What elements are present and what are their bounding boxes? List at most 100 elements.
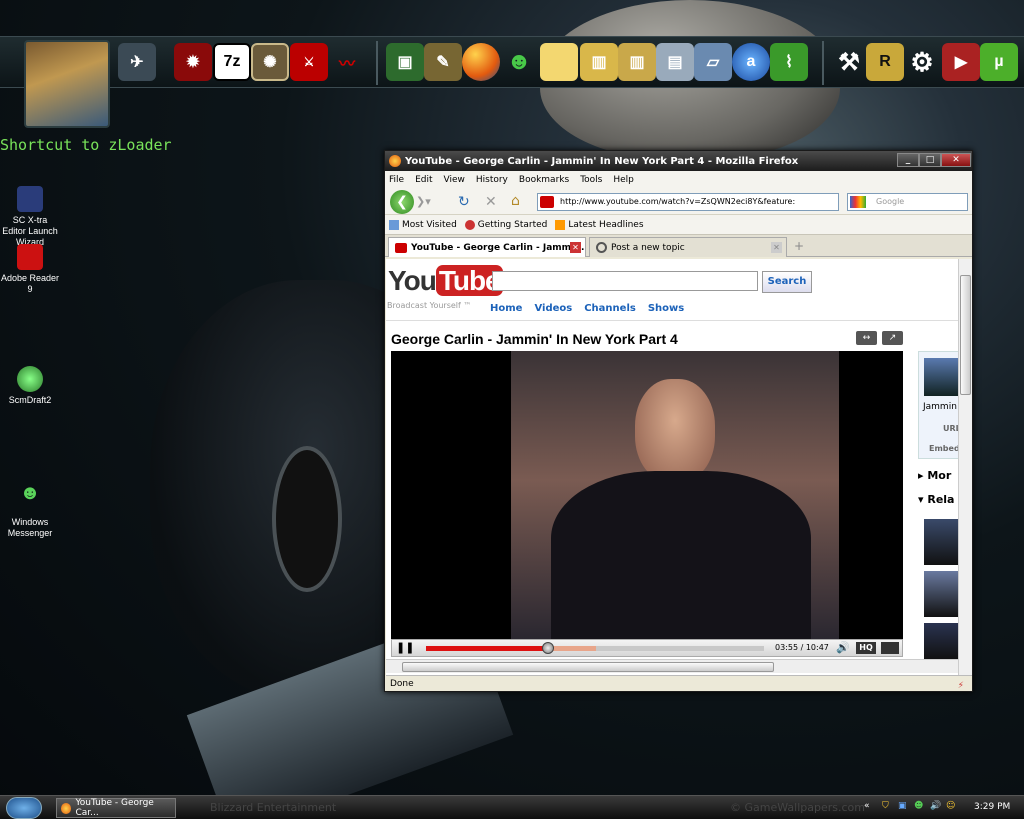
- warcraft-icon[interactable]: ✺: [251, 43, 289, 81]
- maximize-button[interactable]: □: [919, 153, 941, 167]
- 7zip-label: 7z: [223, 53, 241, 70]
- utorrent-icon[interactable]: µ: [980, 43, 1018, 81]
- archive2-icon[interactable]: ▥: [618, 43, 656, 81]
- volume-icon[interactable]: 🔊: [836, 641, 850, 654]
- chart-icon[interactable]: ⌇: [770, 43, 808, 81]
- r-icon[interactable]: R: [866, 43, 904, 81]
- bookmark-getting-started[interactable]: Getting Started: [464, 219, 547, 230]
- bookmarks-toolbar: Most Visited Getting Started Latest Head…: [385, 215, 972, 235]
- menu-edit[interactable]: Edit: [415, 175, 432, 185]
- bookmark-most-visited[interactable]: Most Visited: [389, 219, 457, 230]
- channel-avatar[interactable]: [924, 358, 958, 396]
- close-button[interactable]: ✕: [941, 153, 971, 167]
- page-content: You Tube Broadcast Yourself ™ Search Home…: [386, 259, 958, 675]
- new-tab-button[interactable]: +: [791, 239, 807, 253]
- tray-chevron-icon[interactable]: «: [864, 801, 870, 811]
- vertical-scroll-thumb[interactable]: [960, 275, 971, 395]
- youtube-logo[interactable]: You Tube: [388, 265, 503, 297]
- tray-aim-icon[interactable]: ☺: [946, 801, 955, 811]
- document-icon[interactable]: ▤: [656, 43, 694, 81]
- home-icon[interactable]: ⌂: [511, 193, 520, 209]
- nav-shows[interactable]: Shows: [648, 303, 684, 314]
- related-thumb[interactable]: [924, 519, 958, 565]
- related-thumb[interactable]: [924, 623, 958, 659]
- desktop-icon-adobe-reader[interactable]: Adobe Reader 9: [0, 244, 60, 295]
- tray-network-icon[interactable]: ▣: [898, 801, 907, 811]
- menu-history[interactable]: History: [476, 175, 508, 185]
- popout-icon[interactable]: ↗: [882, 331, 903, 345]
- tab-close-icon[interactable]: ✕: [570, 242, 581, 253]
- battlecruiser-icon[interactable]: ✈: [118, 43, 156, 81]
- menu-file[interactable]: File: [389, 175, 404, 185]
- bookmark-latest-headlines[interactable]: Latest Headlines: [555, 219, 644, 230]
- navigation-toolbar: ❮ ❯▾ ↻ ✕ ⌂ http://www.youtube.com/watch?…: [385, 189, 972, 215]
- tray-volume-icon[interactable]: 🔊: [930, 801, 941, 811]
- menu-view[interactable]: View: [444, 175, 465, 185]
- channel-user[interactable]: Jammin: [923, 402, 957, 412]
- nav-channels[interactable]: Channels: [584, 303, 636, 314]
- video-player[interactable]: [391, 351, 903, 639]
- settings-icon[interactable]: ⚙: [903, 43, 941, 81]
- video-time: 03:55 / 10:47: [775, 643, 829, 652]
- header-divider: [386, 320, 958, 321]
- tab-close-icon[interactable]: ✕: [771, 242, 782, 253]
- related-toggle[interactable]: ▾ Rela: [918, 493, 954, 506]
- nav-home[interactable]: Home: [490, 303, 522, 314]
- search-bar[interactable]: Google: [847, 193, 968, 211]
- bookmark-label: Most Visited: [402, 219, 457, 230]
- desktop-icon-scxtra[interactable]: SC X-tra Editor Launch Wizard: [0, 186, 60, 248]
- drive-icon[interactable]: ▱: [694, 43, 732, 81]
- gimp-icon[interactable]: ✎: [424, 43, 462, 81]
- aim-icon[interactable]: a: [732, 43, 770, 81]
- folder-icon[interactable]: [540, 43, 578, 81]
- start-button[interactable]: [6, 797, 42, 819]
- horizontal-scrollbar[interactable]: [386, 659, 958, 673]
- url-bar[interactable]: http://www.youtube.com/watch?v=ZsQWN2eci…: [537, 193, 839, 211]
- clock[interactable]: 3:29 PM: [974, 802, 1010, 812]
- messenger-desktop-icon: ☻: [19, 482, 41, 504]
- tray-messenger-icon[interactable]: ☻: [914, 801, 923, 811]
- youtube-search-input[interactable]: [492, 271, 758, 291]
- desktop-icon-messenger[interactable]: ☻ Windows Messenger: [0, 482, 60, 539]
- tray-shield-icon[interactable]: ⛉: [882, 801, 889, 811]
- tab-youtube[interactable]: YouTube - George Carlin - Jammi... ✕: [388, 237, 586, 257]
- pause-button[interactable]: ❚❚: [396, 641, 414, 654]
- hammer-icon[interactable]: ⚒: [830, 43, 868, 81]
- youtube-search-button[interactable]: Search: [762, 271, 812, 293]
- menu-bookmarks[interactable]: Bookmarks: [519, 175, 569, 185]
- firefox-icon[interactable]: [462, 43, 500, 81]
- menu-help[interactable]: Help: [613, 175, 634, 185]
- site-favicon-icon: [540, 196, 554, 208]
- progress-scrubber[interactable]: [541, 642, 554, 654]
- more-from-toggle[interactable]: ▸ Mor: [918, 469, 951, 482]
- monitor-icon[interactable]: ▣: [386, 43, 424, 81]
- reload-icon[interactable]: ↻: [458, 194, 470, 210]
- zloader-shortcut-avatar[interactable]: [24, 40, 110, 128]
- back-button[interactable]: ❮: [390, 190, 414, 214]
- video-icon[interactable]: ▶: [942, 43, 980, 81]
- zerg-icon[interactable]: ✹: [174, 43, 212, 81]
- horizontal-scroll-thumb[interactable]: [402, 662, 774, 672]
- menu-tools[interactable]: Tools: [580, 175, 602, 185]
- vertical-scrollbar[interactable]: [958, 259, 972, 675]
- window-titlebar[interactable]: YouTube - George Carlin - Jammin' In New…: [385, 151, 972, 171]
- archive-icon[interactable]: ▥: [580, 43, 618, 81]
- nav-videos[interactable]: Videos: [534, 303, 572, 314]
- 7zip-icon[interactable]: 7z: [213, 43, 251, 81]
- tab-post-topic[interactable]: Post a new topic ✕: [589, 237, 787, 257]
- messenger-icon[interactable]: ☻: [500, 43, 538, 81]
- expand-icon[interactable]: ↔: [856, 331, 877, 345]
- wallpaper-lens: [272, 446, 342, 592]
- dragon-icon[interactable]: 〰: [328, 43, 366, 81]
- progress-track[interactable]: [426, 642, 764, 654]
- winmpq-icon[interactable]: ⚔: [290, 43, 328, 81]
- taskbar-item-firefox[interactable]: YouTube - George Car...: [56, 798, 176, 818]
- forward-button[interactable]: ❯▾: [416, 195, 432, 209]
- video-title: George Carlin - Jammin' In New York Part…: [391, 331, 678, 347]
- minimize-button[interactable]: _: [897, 153, 919, 167]
- related-thumb[interactable]: [924, 571, 958, 617]
- hq-button[interactable]: HQ: [856, 642, 876, 654]
- fullscreen-button[interactable]: [881, 642, 899, 654]
- desktop-icon-scmdraft[interactable]: ScmDraft2: [0, 366, 60, 406]
- stop-icon[interactable]: ✕: [485, 194, 497, 210]
